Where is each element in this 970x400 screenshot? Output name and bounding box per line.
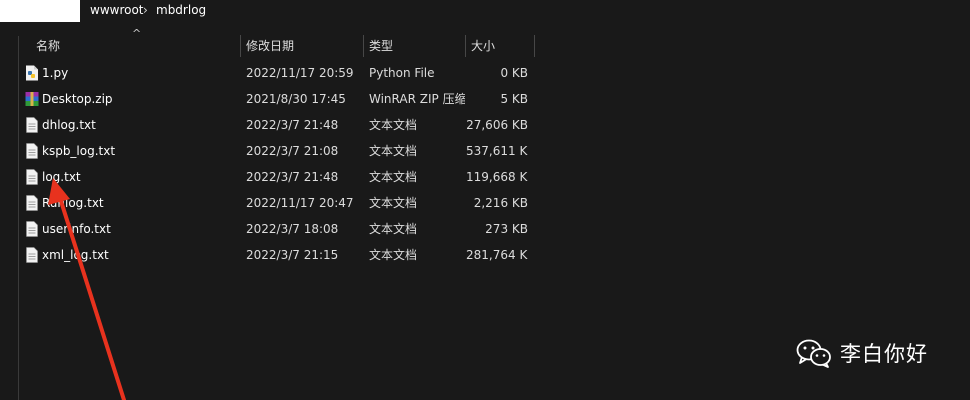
file-modified: 2022/3/7 21:48 [246,170,339,184]
file-name: dhlog.txt [42,118,96,132]
file-row[interactable]: Desktop.zip 2021/8/30 17:45 WinRAR ZIP 压… [20,86,540,112]
file-explorer-window: wwwroot › mbdrlog 名称 ^ 修改日期 类型 大小 1.py 2… [0,0,970,400]
file-modified: 2022/3/7 21:08 [246,144,339,158]
file-modified: 2022/3/7 21:15 [246,248,339,262]
breadcrumb-separator: › [143,3,148,17]
sort-ascending-icon: ^ [132,27,142,40]
text-file-icon [26,247,38,263]
text-file-icon [26,221,38,237]
wechat-icon [796,339,831,368]
watermark-text: 李白你好 [840,342,928,366]
text-file-icon [26,169,38,185]
file-type: 文本文档 [369,144,418,158]
column-header-name[interactable]: 名称 [36,33,60,59]
text-file-icon [26,143,38,159]
breadcrumb-item-mbdrlog[interactable]: mbdrlog [156,3,206,17]
pane-left-border [18,36,19,400]
file-size: 537,611 KB [466,144,528,158]
watermark: 李白你好 [796,338,928,368]
file-row[interactable]: kspb_log.txt 2022/3/7 21:08 文本文档 537,611… [20,138,540,164]
file-modified: 2022/3/7 18:08 [246,222,339,236]
column-divider[interactable] [240,35,241,57]
file-row[interactable]: xml_log.txt 2022/3/7 21:15 文本文档 281,764 … [20,242,540,268]
column-header-type[interactable]: 类型 [369,33,393,59]
file-row[interactable]: Runlog.txt 2022/11/17 20:47 文本文档 2,216 K… [20,190,540,216]
file-modified: 2022/3/7 21:48 [246,118,339,132]
file-name: 1.py [42,66,69,80]
file-name: Runlog.txt [42,196,104,210]
winrar-archive-icon [25,92,39,106]
column-divider[interactable] [363,35,364,57]
file-type: Python File [369,66,435,80]
file-modified: 2022/11/17 20:47 [246,196,354,210]
file-type: 文本文档 [369,170,418,184]
file-modified: 2022/11/17 20:59 [246,66,354,80]
breadcrumb-item-wwwroot[interactable]: wwwroot [90,3,144,17]
file-type: 文本文档 [369,248,418,262]
file-type: 文本文档 [369,196,418,210]
file-size: 119,668 KB [466,170,528,184]
file-name: Desktop.zip [42,92,113,106]
file-name: kspb_log.txt [42,144,116,158]
file-type: 文本文档 [369,222,418,236]
file-row[interactable]: dhlog.txt 2022/3/7 21:48 文本文档 27,606 KB [20,112,540,138]
file-modified: 2021/8/30 17:45 [246,92,346,106]
column-header: 名称 ^ 修改日期 类型 大小 [20,27,540,59]
file-type: WinRAR ZIP 压缩... [369,92,465,106]
file-size: 0 KB [500,66,528,80]
redacted-path-segment [0,0,80,22]
file-row[interactable]: log.txt 2022/3/7 21:48 文本文档 119,668 KB [20,164,540,190]
text-file-icon [26,117,38,133]
column-header-modified[interactable]: 修改日期 [246,33,294,59]
file-row[interactable]: userinfo.txt 2022/3/7 18:08 文本文档 273 KB [20,216,540,242]
file-size: 273 KB [485,222,528,236]
file-type: 文本文档 [369,118,418,132]
file-row[interactable]: 1.py 2022/11/17 20:59 Python File 0 KB [20,60,540,86]
column-header-size[interactable]: 大小 [471,33,495,59]
column-divider[interactable] [534,35,535,57]
file-size: 281,764 KB [466,248,528,262]
python-file-icon [26,65,38,81]
file-size: 27,606 KB [466,118,528,132]
column-divider[interactable] [465,35,466,57]
file-name: xml_log.txt [42,248,109,262]
text-file-icon [26,195,38,211]
file-size: 2,216 KB [473,196,528,210]
file-size: 5 KB [500,92,528,106]
file-name: log.txt [42,170,81,184]
file-name: userinfo.txt [42,222,111,236]
